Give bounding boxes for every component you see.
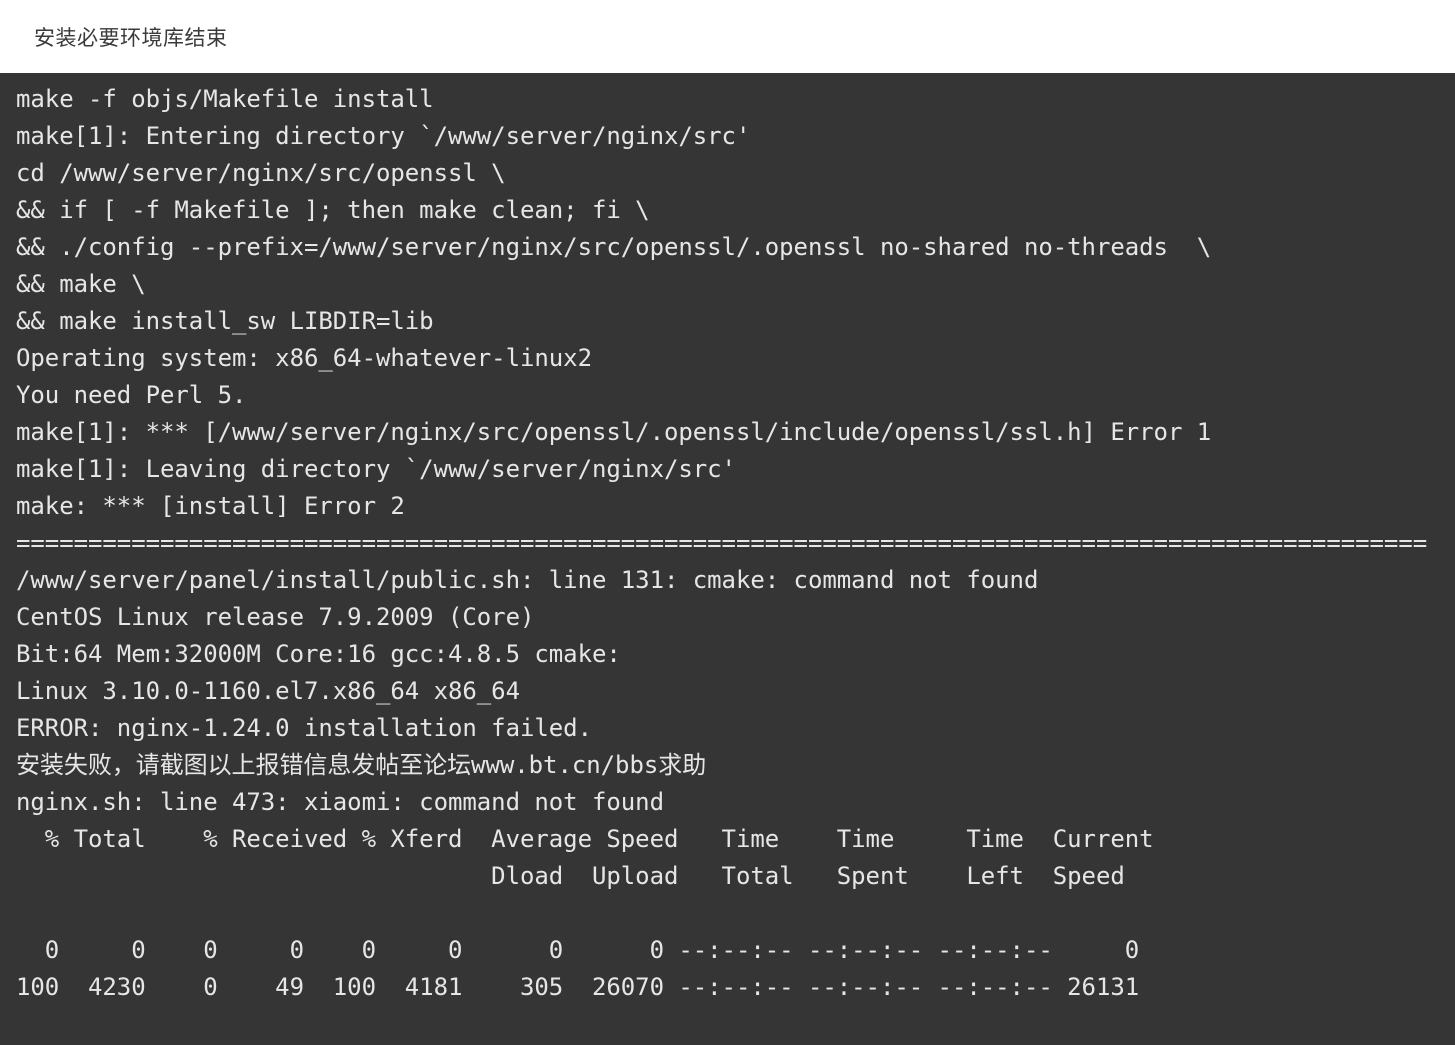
terminal-line: ERROR: nginx-1.24.0 installation failed.	[16, 714, 592, 742]
terminal-line: % Total % Received % Xferd Average Speed…	[16, 825, 1154, 853]
page-title: 安装必要环境库结束	[34, 25, 228, 50]
terminal-line: && if [ -f Makefile ]; then make clean; …	[16, 196, 650, 224]
terminal-line: && make \	[16, 270, 146, 298]
terminal-line: You need Perl 5.	[16, 381, 247, 409]
terminal-line: make[1]: Leaving directory `/www/server/…	[16, 455, 736, 483]
terminal-line: /www/server/panel/install/public.sh: lin…	[16, 566, 1039, 594]
terminal-line: Bit:64 Mem:32000M Core:16 gcc:4.8.5 cmak…	[16, 640, 621, 668]
screen-root: 安装必要环境库结束 make -f objs/Makefile install m…	[0, 0, 1455, 1045]
terminal-line: CentOS Linux release 7.9.2009 (Core)	[16, 603, 535, 631]
terminal-line: make[1]: Entering directory `/www/server…	[16, 122, 751, 150]
terminal-line: Operating system: x86_64-whatever-linux2	[16, 344, 592, 372]
page-header: 安装必要环境库结束	[0, 0, 1455, 73]
terminal-line: 0 0 0 0 0 0 0 0 --:--:-- --:--:-- --:--:…	[16, 936, 1140, 964]
terminal-output-panel[interactable]: make -f objs/Makefile install make[1]: En…	[0, 73, 1455, 1045]
terminal-line: make -f objs/Makefile install	[16, 85, 434, 113]
terminal-line: 安装失败，请截图以上报错信息发帖至论坛www.bt.cn/bbs求助	[16, 751, 707, 779]
terminal-line: make: *** [install] Error 2	[16, 492, 405, 520]
terminal-line: Linux 3.10.0-1160.el7.x86_64 x86_64	[16, 677, 520, 705]
terminal-line: && make install_sw LIBDIR=lib	[16, 307, 434, 335]
terminal-line: Dload Upload Total Spent Left Speed	[16, 862, 1125, 890]
terminal-line-list: make -f objs/Makefile install make[1]: En…	[0, 81, 1455, 1006]
terminal-line: ========================================…	[16, 529, 1428, 557]
terminal-line: nginx.sh: line 473: xiaomi: command not …	[16, 788, 664, 816]
terminal-line: && ./config --prefix=/www/server/nginx/s…	[16, 233, 1212, 261]
terminal-line: 100 4230 0 49 100 4181 305 26070 --:--:-…	[16, 973, 1140, 1001]
terminal-line: cd /www/server/nginx/src/openssl \	[16, 159, 506, 187]
terminal-line: make[1]: *** [/www/server/nginx/src/open…	[16, 418, 1212, 446]
